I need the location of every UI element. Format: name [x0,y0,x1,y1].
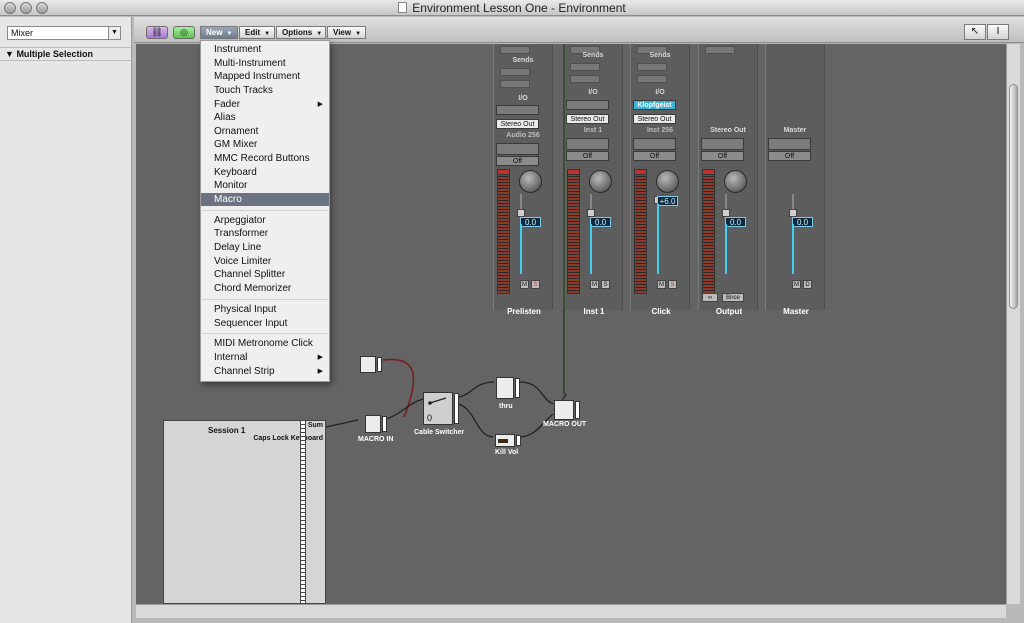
submenu-arrow-icon: ▶ [317,101,323,108]
multiple-selection-label: Multiple Selection [16,49,93,59]
edit-menu-button[interactable]: Edit ▼ [239,26,275,39]
chevron-down-icon[interactable]: ▼ [108,27,120,39]
menu-item-alias[interactable]: Alias [201,111,329,124]
midi-thru-icon: ◎ [180,27,188,37]
vertical-scroll-thumb[interactable] [1009,84,1018,309]
thru-label: thru [499,403,513,410]
disclosure-triangle-icon[interactable]: ▼ [5,49,14,59]
object-ports[interactable] [515,378,520,398]
document-icon [398,2,408,13]
menu-separator [202,299,328,300]
midi-thru-button[interactable]: ◎ [173,26,195,39]
menu-item-chord-memorizer[interactable]: Chord Memorizer [201,282,329,295]
menu-item-instrument[interactable]: Instrument [201,43,329,56]
new-menu-label: New [206,28,223,37]
pointer-tool-icon: ↖ [970,26,980,37]
object-ports[interactable] [575,401,580,419]
submenu-arrow-icon: ▶ [317,368,323,375]
menu-item-keyboard[interactable]: Keyboard [201,166,329,179]
object-ports[interactable] [382,416,387,432]
cable-switcher-object[interactable]: 0 [423,392,459,425]
object-ports[interactable] [516,435,521,446]
window-title-wrap: Environment Lesson One - Environment [0,1,1024,15]
menu-item-physical-input[interactable]: Physical Input [201,303,329,316]
menu-item-voice-limiter[interactable]: Voice Limiter [201,255,329,268]
cable-switcher-value[interactable]: 0 [427,413,432,423]
options-menu-label: Options [282,28,313,37]
chevron-down-icon: ▼ [355,31,362,37]
menu-item-mmc-record-buttons[interactable]: MMC Record Buttons [201,152,329,165]
menu-item-ornament[interactable]: Ornament [201,125,329,138]
thru-object[interactable] [496,377,520,399]
options-menu-button[interactable]: Options ▼ [276,26,326,39]
menu-separator [202,210,328,211]
menu-item-macro[interactable]: Macro [201,193,329,206]
object-ports[interactable] [454,393,459,424]
text-tool-button[interactable]: I [987,24,1009,40]
view-menu-button[interactable]: View ▼ [327,26,366,39]
menu-item-internal-label: Internal [214,352,248,363]
menu-item-fader[interactable]: Fader ▶ [201,98,329,111]
menu-item-sequencer-input[interactable]: Sequencer Input [201,317,329,330]
inspector-panel: Mixer ▼ ▼ Multiple Selection [0,17,132,623]
menu-item-arpeggiator[interactable]: Arpeggiator [201,214,329,227]
chevron-down-icon: ▼ [226,31,233,37]
title-bar: Environment Lesson One - Environment [0,0,1024,16]
edit-menu-label: Edit [245,28,261,37]
keyboard-title: Session 1 [208,426,246,435]
kill-vol-object[interactable] [495,434,521,447]
cable-switcher-label: Cable Switcher [414,429,465,436]
menu-item-monitor[interactable]: Monitor [201,179,329,192]
menu-item-gm-mixer[interactable]: GM Mixer [201,138,329,151]
link-button[interactable]: ⛓ [146,26,168,39]
layer-selector[interactable]: Mixer ▼ [7,26,121,40]
vertical-scrollbar[interactable] [1006,44,1020,604]
menu-item-fader-label: Fader [214,99,241,110]
new-menu-dropdown: Instrument Multi-Instrument Mapped Instr… [200,40,330,382]
small-object[interactable] [360,356,382,373]
pointer-tool-button[interactable]: ↖ [964,24,986,40]
macro-out-label: MACRO OUT [543,421,587,428]
keyboard-output-ports[interactable] [300,420,306,604]
text-tool-icon: I [996,26,1000,37]
object-ports[interactable] [377,357,382,372]
horizontal-scrollbar[interactable] [136,604,1006,618]
macro-in-label: MACRO IN [358,436,394,443]
window-title: Environment Lesson One - Environment [412,1,626,15]
macro-out-object[interactable] [554,400,580,420]
menu-item-transformer[interactable]: Transformer [201,227,329,240]
menu-item-channel-strip[interactable]: Channel Strip ▶ [201,365,329,378]
chevron-down-icon: ▼ [264,31,271,37]
submenu-arrow-icon: ▶ [317,354,323,361]
menu-item-channel-strip-label: Channel Strip [214,366,275,377]
view-menu-label: View [333,28,352,37]
new-menu-button[interactable]: New ▼ [200,26,238,39]
menu-item-midi-metronome-click[interactable]: MIDI Metronome Click [201,337,329,350]
fader-icon [498,439,508,443]
menu-item-multi-instrument[interactable]: Multi-Instrument [201,57,329,70]
link-icon: ⛓ [151,27,163,37]
keyboard-sum-label: Sum [307,422,323,429]
menu-separator [202,333,328,334]
kill-vol-label: Kill Vol [495,449,519,456]
macro-in-object[interactable] [365,415,387,433]
menu-item-delay-line[interactable]: Delay Line [201,241,329,254]
layer-selector-value: Mixer [11,28,33,38]
menu-item-internal[interactable]: Internal ▶ [201,351,329,364]
keyboard-name: Caps Lock Keyboard [253,435,323,442]
multiple-selection-header[interactable]: ▼ Multiple Selection [0,47,131,61]
chevron-down-icon: ▼ [316,31,323,37]
menu-item-touch-tracks[interactable]: Touch Tracks [201,84,329,97]
menu-item-mapped-instrument[interactable]: Mapped Instrument [201,70,329,83]
menu-item-channel-splitter[interactable]: Channel Splitter [201,268,329,281]
